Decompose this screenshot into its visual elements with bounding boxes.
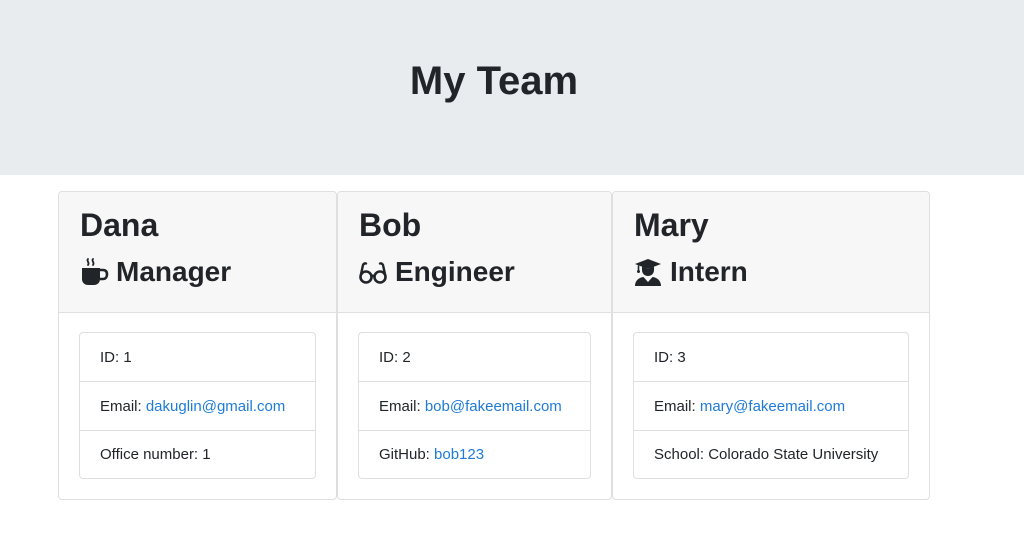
email-link[interactable]: mary@fakeemail.com [700,398,845,415]
employee-role-label: Manager [116,256,232,287]
card-header: Mary Intern [613,192,929,313]
graduate-icon [633,257,663,287]
school-name: Colorado State University [708,446,879,463]
card-header: Dana Manager [59,192,336,313]
employee-role-label: Intern [670,256,748,287]
employee-card-manager: Dana Manager ID: 1 Email: dakuglin@gmail… [58,191,337,500]
list-item-school: School: Colorado State University [654,446,879,463]
employee-role: Manager [79,253,231,291]
employee-card-engineer: Bob Engineer ID: 2 Email: bob@fakeemail.… [337,191,612,500]
employee-id: 1 [123,349,132,366]
employee-id: 2 [402,349,411,366]
employee-details: ID: 3 Email: mary@fakeemail.com School: … [633,332,909,479]
page-title: My Team [409,59,579,103]
employee-id: 3 [677,349,686,366]
employee-name: Mary [634,207,709,243]
list-item-id: ID: 1 [80,333,315,382]
employee-name: Dana [80,207,159,243]
email-link[interactable]: dakuglin@gmail.com [146,398,285,415]
email-link[interactable]: bob@fakeemail.com [425,398,562,415]
list-item-github: GitHub: bob123 [379,446,485,463]
coffee-icon [79,257,109,287]
employee-role: Engineer [358,253,515,291]
employee-card-intern: Mary Intern ID: 3 Email: mary@fakeemail.… [612,191,930,500]
page-header: My Team [0,0,1024,175]
employee-name: Bob [359,207,422,243]
glasses-icon [358,257,388,287]
employee-role-label: Engineer [395,256,515,287]
list-item-email: Email: dakuglin@gmail.com [80,382,315,431]
card-header: Bob Engineer [338,192,611,313]
list-item-email: Email: bob@fakeemail.com [359,382,590,431]
office-number: 1 [202,446,211,463]
list-item-office: Office number: 1 [100,446,211,463]
list-item-id: ID: 2 [359,333,590,382]
github-link[interactable]: bob123 [434,446,484,463]
employee-details: ID: 2 Email: bob@fakeemail.com GitHub: b… [358,332,591,479]
list-item-id: ID: 3 [634,333,908,382]
employee-role: Intern [633,253,748,291]
list-item-email: Email: mary@fakeemail.com [634,382,908,431]
employee-details: ID: 1 Email: dakuglin@gmail.com Office n… [79,332,316,479]
